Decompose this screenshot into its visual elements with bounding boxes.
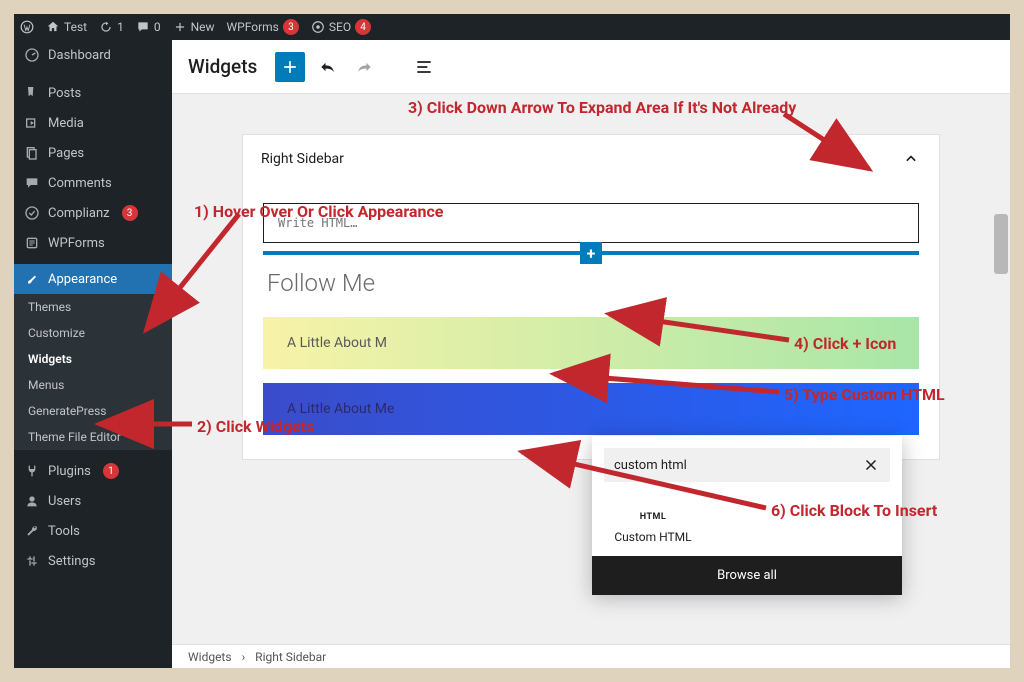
list-view-button[interactable] [411, 54, 437, 80]
submenu-item-generatepress[interactable]: GeneratePress [14, 398, 172, 424]
sidebar-item-comments[interactable]: Comments [14, 168, 172, 198]
widget-card-about-1[interactable]: A Little About M [263, 317, 919, 369]
sidebar-item-wpforms[interactable]: WPForms [14, 228, 172, 258]
sidebar-item-label: Posts [48, 86, 81, 101]
custom-html-block[interactable]: Write HTML… [263, 203, 919, 243]
close-icon[interactable] [862, 456, 880, 474]
sidebar-item-label: Comments [48, 176, 112, 191]
submenu-item-theme-file-editor[interactable]: Theme File Editor [14, 424, 172, 450]
scrollbar-thumb[interactable] [994, 214, 1008, 274]
sidebar-item-tools[interactable]: Tools [14, 516, 172, 546]
inline-add-block-button[interactable]: + [580, 242, 602, 264]
scrollbar-track [994, 214, 1008, 644]
breadcrumb-sep: › [242, 650, 246, 664]
main-content: Widgets Right Sidebar Write HTML… + Foll… [172, 40, 1010, 668]
chevron-up-icon [901, 149, 921, 169]
submenu-item-menus[interactable]: Menus [14, 372, 172, 398]
seo-link[interactable]: SEO4 [311, 19, 371, 35]
block-search-popup: custom html HTML Custom HTML Browse all [592, 436, 902, 595]
wp-logo[interactable] [20, 20, 34, 34]
wpforms-badge: 3 [283, 19, 299, 35]
widget-area-header[interactable]: Right Sidebar [243, 135, 939, 183]
updates-link[interactable]: 1 [99, 20, 124, 34]
sidebar-item-label: Complianz [48, 206, 110, 221]
breadcrumb-item[interactable]: Right Sidebar [255, 650, 326, 664]
wp-admin-bar: Test 1 0 New WPForms3 SEO4 [14, 14, 1010, 40]
widget-area-title: Right Sidebar [261, 151, 344, 167]
editor-toolbar: Widgets [172, 40, 1010, 94]
sidebar-item-media[interactable]: Media [14, 108, 172, 138]
block-option-label: Custom HTML [614, 530, 691, 544]
appearance-submenu: Themes Customize Widgets Menus GenerateP… [14, 294, 172, 450]
follow-heading: Follow Me [267, 269, 919, 297]
submenu-item-widgets[interactable]: Widgets [14, 346, 172, 372]
badge: 1 [103, 463, 119, 479]
redo-button[interactable] [351, 54, 377, 80]
sidebar-item-label: Dashboard [48, 48, 111, 63]
add-block-button[interactable] [275, 52, 305, 82]
sidebar-item-appearance[interactable]: Appearance [14, 264, 172, 294]
widget-area-right-sidebar: Right Sidebar Write HTML… + Follow Me A … [242, 134, 940, 460]
sidebar-item-posts[interactable]: Posts [14, 78, 172, 108]
html-icon: HTML [640, 512, 667, 522]
block-search-value: custom html [614, 458, 687, 473]
sidebar-item-label: Pages [48, 146, 84, 161]
sidebar-item-label: WPForms [48, 236, 105, 251]
sidebar-item-settings[interactable]: Settings [14, 546, 172, 576]
admin-sidebar: Dashboard Posts Media Pages Comments Com… [14, 40, 172, 668]
new-link[interactable]: New [173, 20, 215, 34]
block-option-custom-html[interactable]: HTML Custom HTML [608, 504, 698, 552]
submenu-item-themes[interactable]: Themes [14, 294, 172, 320]
sidebar-item-label: Plugins [48, 464, 91, 479]
undo-button[interactable] [315, 54, 341, 80]
sidebar-item-complianz[interactable]: Complianz 3 [14, 198, 172, 228]
page-title: Widgets [188, 55, 257, 78]
submenu-item-customize[interactable]: Customize [14, 320, 172, 346]
sidebar-item-label: Tools [48, 524, 80, 539]
badge: 3 [122, 205, 138, 221]
sidebar-item-label: Media [48, 116, 84, 131]
block-search-input[interactable]: custom html [604, 448, 890, 482]
block-inserter-line: + [263, 251, 919, 255]
sidebar-item-plugins[interactable]: Plugins 1 [14, 456, 172, 486]
wpforms-link[interactable]: WPForms3 [227, 19, 299, 35]
seo-badge: 4 [355, 19, 371, 35]
sidebar-item-users[interactable]: Users [14, 486, 172, 516]
browse-all-button[interactable]: Browse all [592, 556, 902, 595]
sidebar-item-label: Settings [48, 554, 95, 569]
sidebar-item-pages[interactable]: Pages [14, 138, 172, 168]
sidebar-item-dashboard[interactable]: Dashboard [14, 40, 172, 70]
site-link[interactable]: Test [46, 20, 87, 34]
sidebar-item-label: Appearance [48, 272, 117, 287]
breadcrumb-item[interactable]: Widgets [188, 650, 232, 664]
widgets-canvas: Right Sidebar Write HTML… + Follow Me A … [172, 94, 1010, 644]
widget-card-about-2[interactable]: A Little About Me [263, 383, 919, 435]
comments-link[interactable]: 0 [136, 20, 161, 34]
sidebar-item-label: Users [48, 494, 81, 509]
breadcrumb: Widgets › Right Sidebar [172, 644, 1010, 668]
